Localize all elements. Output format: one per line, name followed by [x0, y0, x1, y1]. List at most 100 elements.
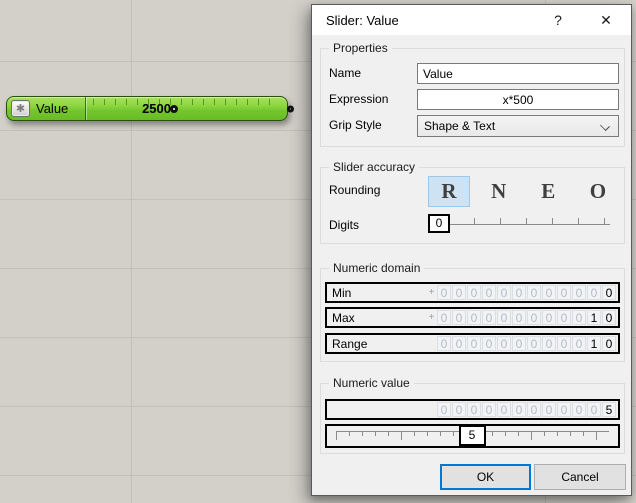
rounding-options: R N E O: [428, 176, 619, 207]
digit-cell[interactable]: 0: [452, 336, 466, 351]
asterisk-icon[interactable]: ✱: [11, 100, 30, 117]
digit-cell[interactable]: 0: [542, 336, 556, 351]
value-slider-handle[interactable]: 5: [458, 425, 486, 446]
digit-cell[interactable]: 0: [467, 402, 481, 417]
rounding-option-r[interactable]: R: [428, 176, 470, 207]
value-slider[interactable]: 5: [325, 424, 620, 448]
digit-cell[interactable]: 0: [542, 310, 556, 325]
rounding-option-n[interactable]: N: [478, 176, 520, 207]
digit-cell[interactable]: 0: [557, 310, 571, 325]
name-label: Name: [329, 66, 362, 80]
value-digits: 000000000005: [436, 402, 616, 417]
digit-cell[interactable]: 0: [587, 402, 601, 417]
name-input[interactable]: [417, 63, 619, 84]
slider-track-ticks: [93, 99, 271, 105]
digit-cell[interactable]: 0: [467, 310, 481, 325]
grip-style-select[interactable]: Shape & Text: [417, 115, 619, 137]
digit-cell[interactable]: 0: [602, 285, 616, 300]
digit-cell[interactable]: 0: [497, 336, 511, 351]
digit-cell[interactable]: 0: [557, 285, 571, 300]
digit-cell[interactable]: 1: [587, 310, 601, 325]
close-icon[interactable]: ✕: [595, 12, 617, 29]
digit-cell[interactable]: 0: [437, 285, 451, 300]
dialog-title: Slider: Value: [326, 12, 399, 28]
slider-name-section[interactable]: ✱ Value: [7, 97, 86, 120]
digit-cell[interactable]: 0: [452, 402, 466, 417]
grip-style-value: Shape & Text: [424, 119, 496, 133]
expression-input[interactable]: [417, 89, 619, 110]
min-sign: +: [428, 287, 435, 298]
digits-label: Digits: [329, 218, 360, 232]
digit-cell[interactable]: 5: [602, 402, 616, 417]
numeric-domain-legend: Numeric domain: [329, 261, 425, 275]
digit-cell[interactable]: 0: [452, 285, 466, 300]
digit-cell[interactable]: 0: [512, 285, 526, 300]
digit-cell[interactable]: 0: [482, 402, 496, 417]
help-icon[interactable]: ?: [547, 12, 569, 28]
digit-cell[interactable]: 0: [452, 310, 466, 325]
slider-track[interactable]: 2500: [86, 97, 287, 120]
digit-cell[interactable]: 0: [512, 336, 526, 351]
digit-cell[interactable]: 1: [587, 336, 601, 351]
grip-style-label: Grip Style: [329, 118, 382, 132]
digit-cell[interactable]: 0: [527, 336, 541, 351]
digit-cell[interactable]: 0: [512, 310, 526, 325]
ok-button[interactable]: OK: [440, 464, 531, 490]
digit-cell[interactable]: 0: [437, 336, 451, 351]
expression-label: Expression: [329, 92, 389, 106]
digit-cell[interactable]: 0: [482, 310, 496, 325]
numeric-value-group: Numeric value 000000000005 5: [320, 376, 625, 454]
digit-cell[interactable]: 0: [527, 402, 541, 417]
digit-cell[interactable]: 0: [482, 285, 496, 300]
range-row[interactable]: Range 000000000010: [325, 333, 620, 354]
range-digits: 000000000010: [436, 336, 616, 351]
numeric-domain-group: Numeric domain Min + 000000000000 Max + …: [320, 261, 625, 362]
min-label: Min: [332, 285, 352, 300]
min-row[interactable]: Min + 000000000000: [325, 282, 620, 303]
digit-cell[interactable]: 0: [482, 336, 496, 351]
digit-cell[interactable]: 0: [602, 336, 616, 351]
digit-cell[interactable]: 0: [527, 285, 541, 300]
properties-group: Properties Name Expression Grip Style Sh…: [320, 41, 625, 147]
digit-cell[interactable]: 0: [497, 285, 511, 300]
digit-cell[interactable]: 0: [572, 310, 586, 325]
digit-cell[interactable]: 0: [527, 310, 541, 325]
slider-value-label: 2500: [142, 101, 171, 116]
accuracy-legend: Slider accuracy: [329, 160, 420, 174]
digit-cell[interactable]: 0: [557, 336, 571, 351]
slider-grip[interactable]: [170, 104, 178, 113]
rounding-option-e[interactable]: E: [527, 176, 569, 207]
digit-cell[interactable]: 0: [512, 402, 526, 417]
digit-cell[interactable]: 0: [557, 402, 571, 417]
max-row[interactable]: Max + 000000000010: [325, 307, 620, 328]
digit-cell[interactable]: 0: [437, 402, 451, 417]
digit-cell[interactable]: 0: [542, 402, 556, 417]
max-digits: 000000000010: [436, 310, 616, 325]
digit-cell[interactable]: 0: [572, 336, 586, 351]
slider-accuracy-group: Slider accuracy Rounding R N E O Digits …: [320, 160, 625, 244]
rounding-label: Rounding: [329, 183, 381, 197]
digit-cell[interactable]: 0: [572, 285, 586, 300]
digit-cell[interactable]: 0: [467, 285, 481, 300]
numeric-value-legend: Numeric value: [329, 376, 414, 390]
cancel-button[interactable]: Cancel: [534, 464, 626, 490]
digit-cell[interactable]: 0: [602, 310, 616, 325]
grid-line: [131, 0, 132, 503]
digit-cell[interactable]: 0: [587, 285, 601, 300]
digit-cell[interactable]: 0: [497, 402, 511, 417]
digit-cell[interactable]: 0: [467, 336, 481, 351]
value-digits-row[interactable]: 000000000005: [325, 399, 620, 420]
slider-name-label: Value: [36, 101, 69, 116]
max-label: Max: [332, 310, 355, 325]
digits-slider[interactable]: 0: [428, 213, 610, 235]
rounding-option-o[interactable]: O: [577, 176, 619, 207]
output-port[interactable]: [287, 105, 294, 112]
digit-cell[interactable]: 0: [437, 310, 451, 325]
digits-slider-handle[interactable]: 0: [428, 214, 450, 233]
digit-cell[interactable]: 0: [542, 285, 556, 300]
digit-cell[interactable]: 0: [497, 310, 511, 325]
digit-cell[interactable]: 0: [572, 402, 586, 417]
dialog-titlebar[interactable]: Slider: Value ? ✕: [312, 5, 631, 35]
number-slider-component[interactable]: ✱ Value 2500: [6, 96, 294, 121]
range-label: Range: [332, 336, 368, 351]
